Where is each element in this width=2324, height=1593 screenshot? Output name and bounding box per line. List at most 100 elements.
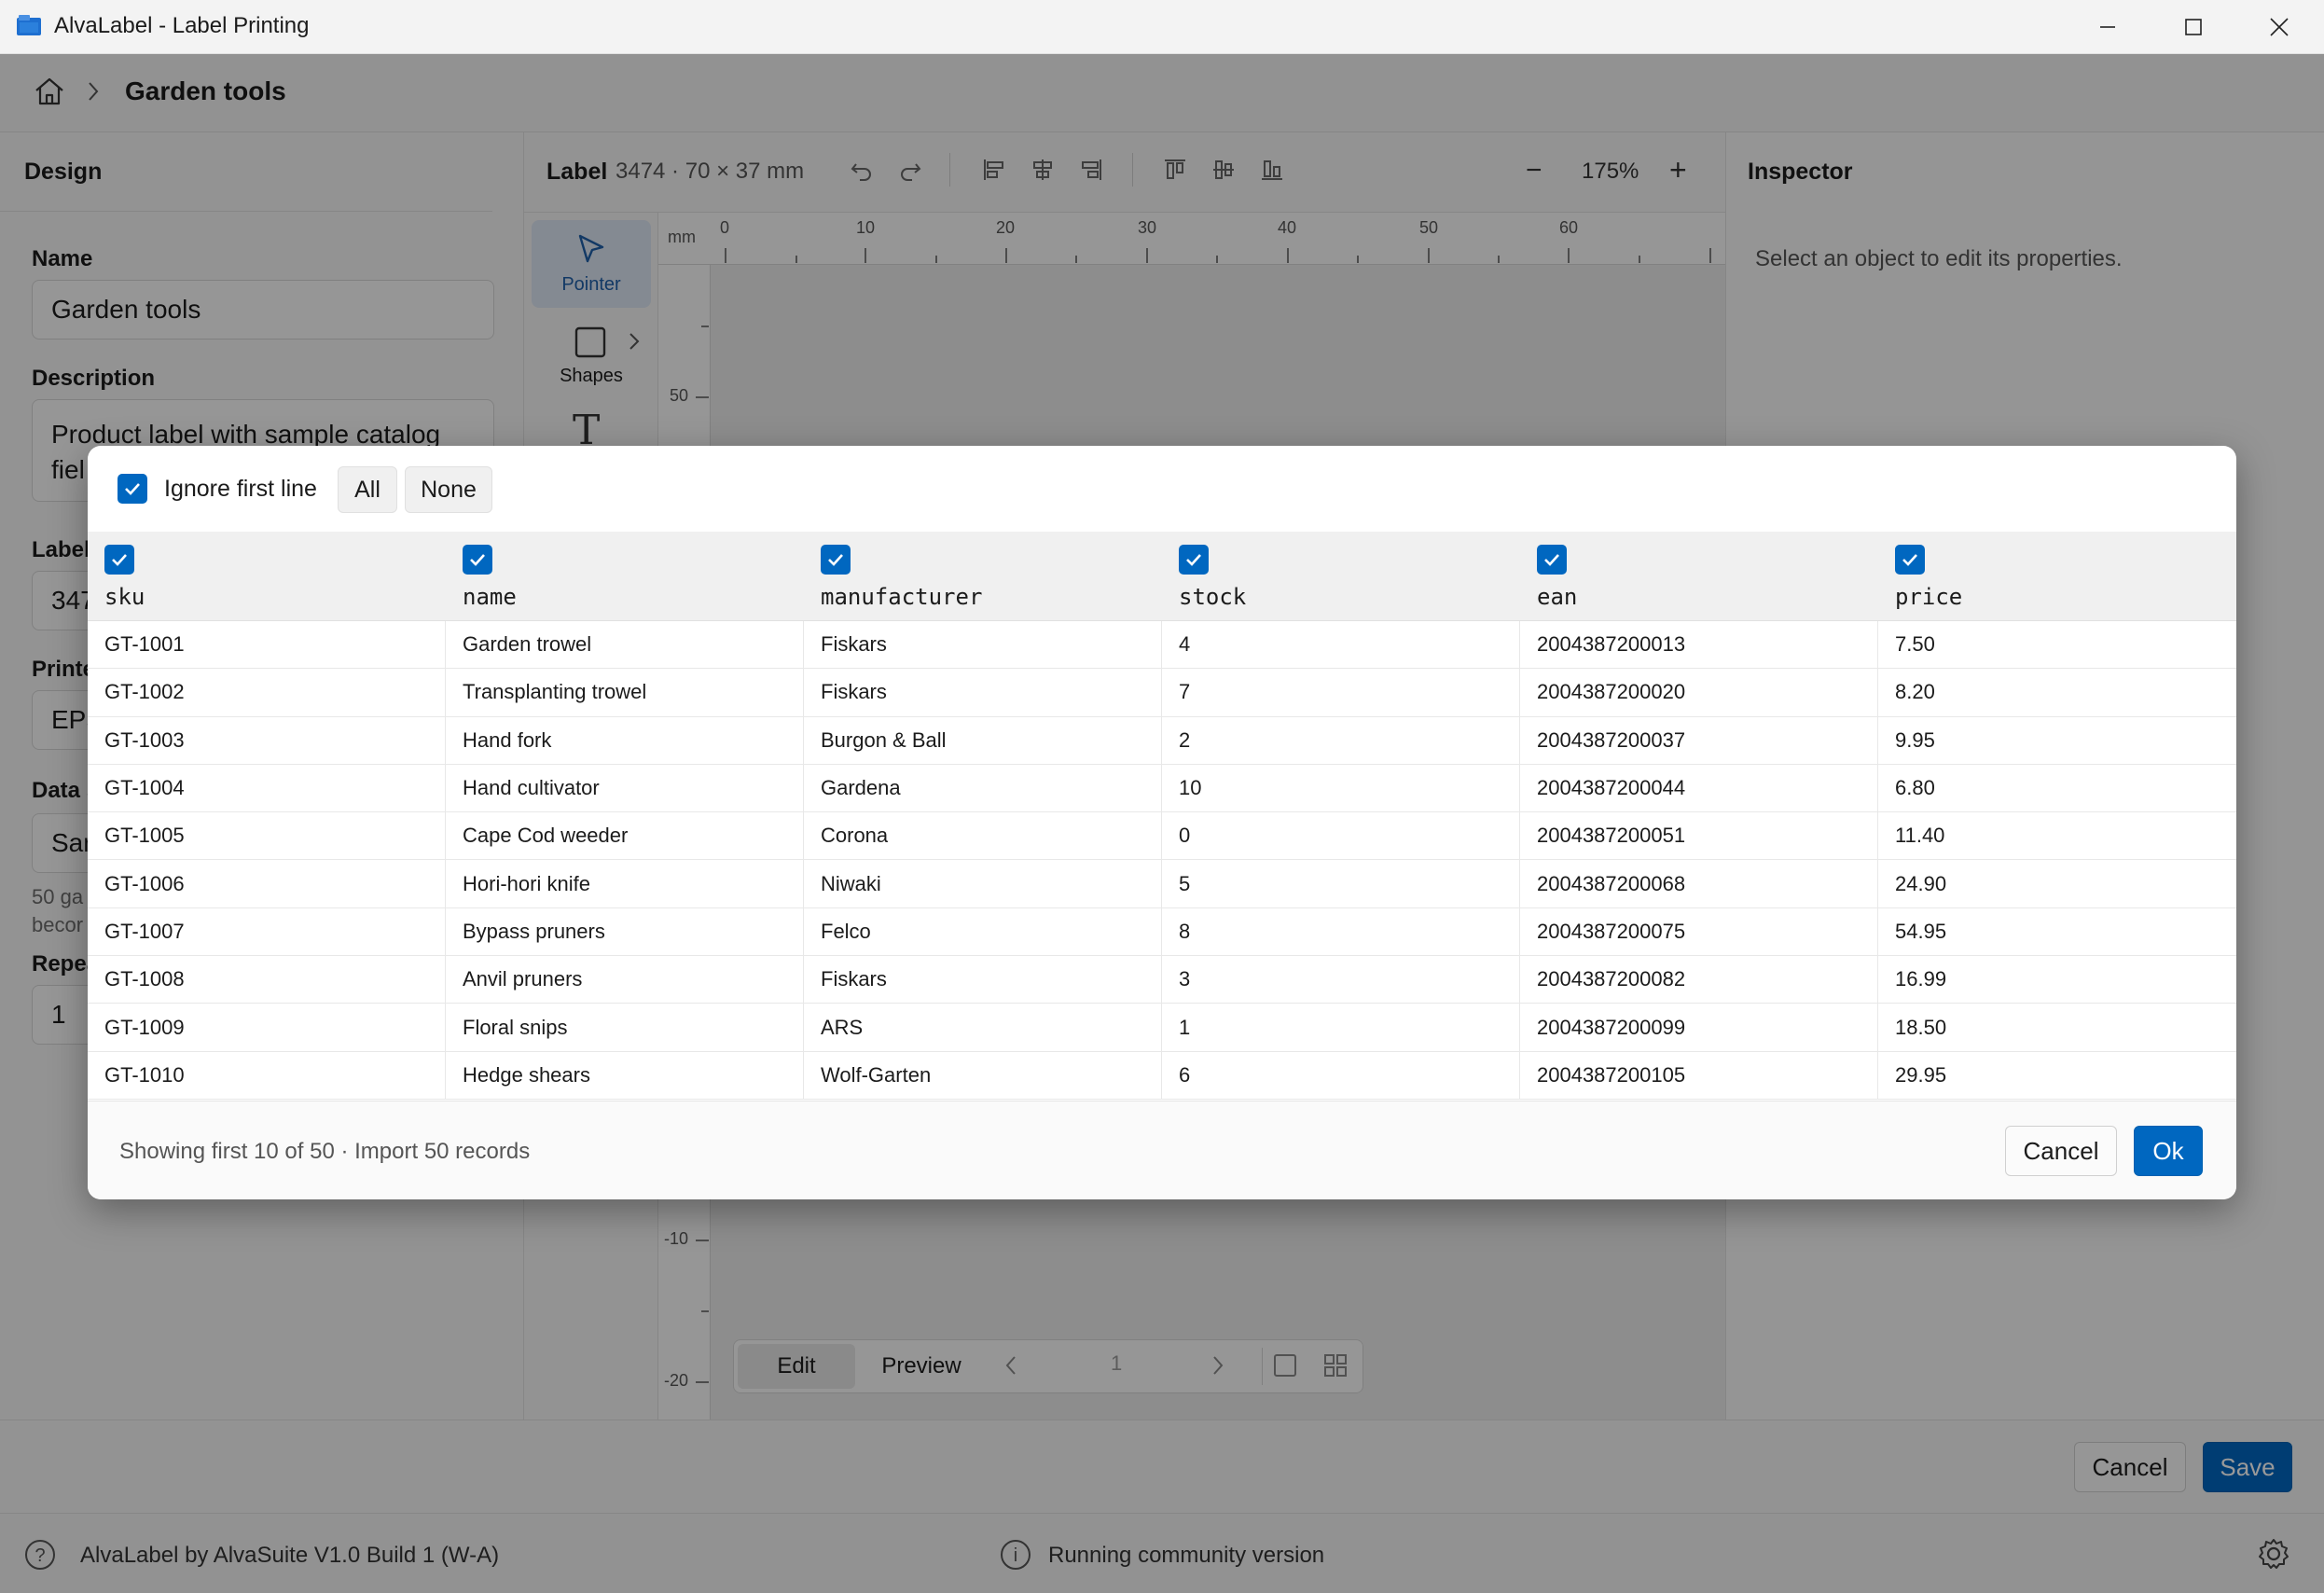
table-cell-sku: GT-1006	[88, 860, 446, 907]
dialog-ok-button[interactable]: Ok	[2134, 1126, 2203, 1176]
close-icon	[2270, 18, 2289, 36]
table-cell-sku: GT-1010	[88, 1051, 446, 1099]
column-name: name	[463, 584, 517, 610]
column-checkbox-price[interactable]	[1895, 545, 1925, 575]
checkmark-icon	[1186, 554, 1201, 566]
table-cell-stock: 4	[1162, 621, 1520, 669]
minimize-button[interactable]	[2065, 0, 2151, 54]
table-cell-ean: 2004387200020	[1520, 669, 1878, 716]
table-cell-name: Hori-hori knife	[446, 860, 804, 907]
checkmark-icon	[470, 554, 485, 566]
column-checkbox-stock[interactable]	[1179, 545, 1209, 575]
checkmark-icon	[1902, 554, 1917, 566]
table-cell-price: 29.95	[1895, 1062, 1947, 1087]
table-cell-price: 6.80	[1895, 776, 1935, 800]
table-cell-manufacturer: Corona	[804, 812, 1162, 860]
table-cell-price: 11.40	[1895, 824, 1945, 848]
column-checkbox-ean[interactable]	[1537, 545, 1567, 575]
column-checkbox-sku[interactable]	[104, 545, 134, 575]
table-row: GT-1009 Floral snips ARS 1 2004387200099 18.5…	[88, 1004, 2236, 1052]
checkmark-icon	[1544, 554, 1559, 566]
column-name: sku	[104, 584, 145, 610]
column-name: manufacturer	[821, 584, 983, 610]
table-cell-stock: 0	[1162, 812, 1520, 860]
table-cell-manufacturer: Wolf-Garten	[804, 1051, 1162, 1099]
ignore-first-line-checkbox[interactable]	[118, 474, 147, 504]
checkmark-icon	[125, 483, 140, 495]
table-cell-manufacturer: Fiskars	[804, 669, 1162, 716]
table-row: GT-1010 Hedge shears Wolf-Garten 6 200438720…	[88, 1051, 2236, 1100]
table-row: GT-1005 Cape Cod weeder Corona 0 20043872000…	[88, 812, 2236, 861]
table-cell-sku: GT-1005	[88, 812, 446, 860]
table-cell-name: Garden trowel	[446, 621, 804, 669]
table-cell-manufacturer: ARS	[804, 1004, 1162, 1051]
minimize-icon	[2100, 26, 2115, 28]
close-button[interactable]	[2236, 0, 2322, 54]
table-cell-manufacturer: Fiskars	[804, 621, 1162, 669]
table-cell-sku: GT-1008	[88, 956, 446, 1004]
dialog-cancel-button[interactable]: Cancel	[2005, 1126, 2117, 1176]
table-cell-ean: 2004387200068	[1520, 860, 1878, 907]
table-cell-manufacturer: Fiskars	[804, 956, 1162, 1004]
window-title: AlvaLabel - Label Printing	[54, 13, 310, 38]
table-cell-name: Cape Cod weeder	[446, 812, 804, 860]
column-header-manufacturer: manufacturer	[804, 532, 1162, 621]
table-cell-ean: 2004387200099	[1520, 1004, 1878, 1051]
column-checkbox-name[interactable]	[463, 545, 492, 575]
table-cell-name: Anvil pruners	[446, 956, 804, 1004]
table-cell-name: Hand fork	[446, 716, 804, 764]
import-summary: Showing first 10 of 50 · Import 50 recor…	[119, 1139, 531, 1164]
maximize-icon	[2185, 19, 2202, 35]
table-cell-stock: 1	[1162, 1004, 1520, 1051]
table-cell-stock: 5	[1162, 860, 1520, 907]
column-name: ean	[1537, 584, 1578, 610]
maximize-button[interactable]	[2151, 0, 2236, 54]
table-cell-sku: GT-1003	[88, 716, 446, 764]
select-all-button[interactable]: All	[338, 466, 397, 513]
table-cell-name: Hedge shears	[446, 1051, 804, 1099]
table-cell-price: 8.20	[1895, 680, 1935, 704]
table-row: GT-1007 Bypass pruners Felco 8 2004387200075…	[88, 907, 2236, 957]
table-cell-ean: 2004387200044	[1520, 764, 1878, 812]
table-cell-name: Transplanting trowel	[446, 669, 804, 716]
title-bar	[0, 0, 2324, 54]
table-cell-sku: GT-1001	[88, 621, 446, 669]
table-row: GT-1001 Garden trowel Fiskars 4 200438720001…	[88, 621, 2236, 670]
ignore-first-line-label: Ignore first line	[164, 476, 317, 502]
table-cell-stock: 6	[1162, 1051, 1520, 1099]
table-cell-price: 16.99	[1895, 967, 1947, 991]
table-row: GT-1004 Hand cultivator Gardena 10 200438720…	[88, 764, 2236, 813]
table-cell-price: 18.50	[1895, 1015, 1947, 1039]
table-cell-ean: 2004387200105	[1520, 1051, 1878, 1099]
import-dialog: Ignore first line All None sku name manufa…	[88, 446, 2236, 1199]
table-cell-price: 54.95	[1895, 919, 1947, 943]
column-header-price: price	[1878, 532, 2236, 621]
table-cell-stock: 7	[1162, 669, 1520, 716]
table-cell-price: 7.50	[1895, 632, 1935, 657]
table-cell-manufacturer: Burgon & Ball	[804, 716, 1162, 764]
table-cell-manufacturer: Gardena	[804, 764, 1162, 812]
select-none-button[interactable]: None	[405, 466, 492, 513]
table-cell-sku: GT-1009	[88, 1004, 446, 1051]
column-name: stock	[1179, 584, 1247, 610]
checkmark-icon	[828, 554, 843, 566]
table-cell-name: Floral snips	[446, 1004, 804, 1051]
column-header-ean: ean	[1520, 532, 1878, 621]
table-cell-stock: 8	[1162, 907, 1520, 956]
app-logo-icon	[17, 15, 41, 35]
table-cell-ean: 2004387200075	[1520, 907, 1878, 956]
column-checkbox-manufacturer[interactable]	[821, 545, 851, 575]
table-cell-sku: GT-1007	[88, 907, 446, 956]
table-row: GT-1002 Transplanting trowel Fiskars 7 20043…	[88, 669, 2236, 717]
table-cell-name: Hand cultivator	[446, 764, 804, 812]
table-cell-ean: 2004387200051	[1520, 812, 1878, 860]
table-row: GT-1006 Hori-hori knife Niwaki 5 20043872000…	[88, 860, 2236, 908]
table-cell-ean: 2004387200037	[1520, 716, 1878, 764]
table-cell-stock: 2	[1162, 716, 1520, 764]
preview-table-body: GT-1001 Garden trowel Fiskars 4 200438720001…	[88, 621, 2236, 1100]
column-name: price	[1895, 584, 1963, 610]
table-cell-price: 9.95	[1895, 727, 1935, 752]
table-cell-name: Bypass pruners	[446, 907, 804, 956]
dialog-footer: Showing first 10 of 50 · Import 50 recor…	[88, 1101, 2236, 1199]
table-cell-sku: GT-1002	[88, 669, 446, 716]
